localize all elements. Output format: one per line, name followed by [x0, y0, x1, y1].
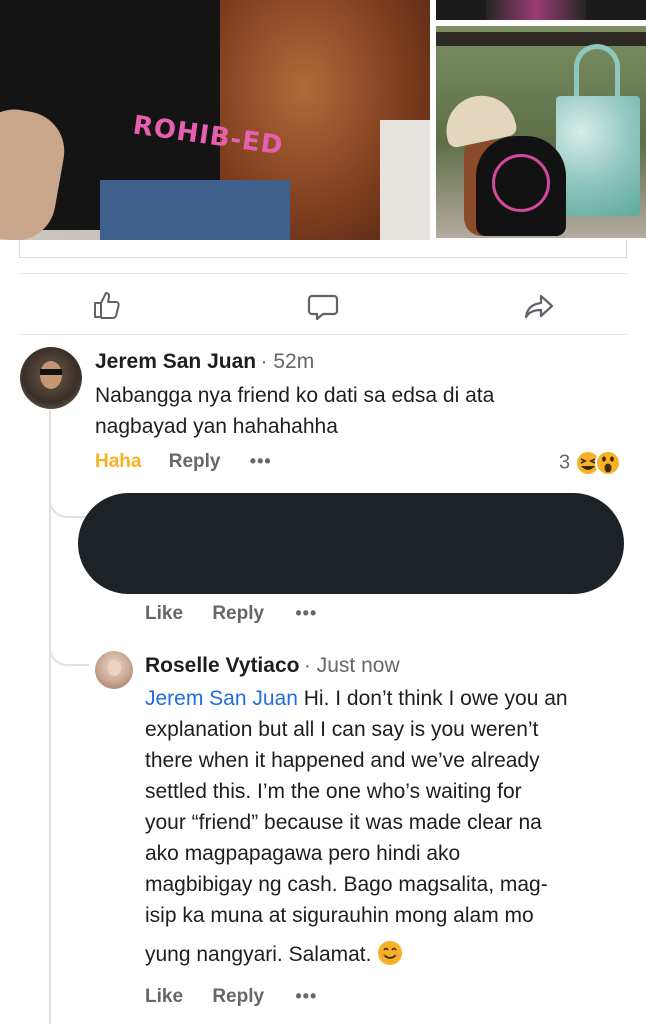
shirt-logo: [492, 154, 550, 212]
reaction-count: 3: [559, 451, 571, 474]
photo-roof-beam: [436, 32, 646, 46]
like-icon: [94, 292, 120, 319]
comment-line: explanation but all I can say is you wer…: [145, 718, 539, 741]
comment-line: settled this. I’m the one who’s waiting …: [145, 780, 522, 803]
reply-button[interactable]: Reply: [169, 451, 221, 472]
comment-time[interactable]: · 52m: [261, 350, 315, 373]
comment-author[interactable]: Jerem San Juan: [95, 350, 256, 373]
comment-line: there when it happened and we’ve already: [145, 749, 540, 772]
avatar-face: [108, 660, 121, 676]
post-photo-top-right[interactable]: [436, 0, 646, 20]
avatar-sunglasses: [40, 369, 62, 375]
reaction-button[interactable]: Haha: [95, 451, 141, 472]
comment-icon: [307, 294, 339, 321]
photo-background: [380, 120, 430, 240]
comment-text: Nabangga nya friend ko dati sa edsa di a…: [95, 380, 615, 442]
mention-link[interactable]: Jerem San Juan: [145, 687, 298, 710]
tote-strap: [574, 44, 620, 104]
share-icon: [524, 294, 554, 319]
comment-actions: Haha Reply •••: [95, 451, 272, 473]
photo-shirt-detail: [486, 0, 586, 20]
post-photo-side[interactable]: [436, 26, 646, 238]
comment-header: Jerem San Juan · 52m: [95, 350, 314, 374]
comment-line: Jerem San Juan Hi. I don’t think I owe y…: [145, 687, 568, 710]
thread-connector: [49, 640, 89, 666]
wow-emoji-icon: [594, 450, 621, 476]
avatar[interactable]: [20, 347, 82, 409]
comment-action-button[interactable]: [306, 290, 340, 329]
more-options-button[interactable]: •••: [295, 986, 317, 1006]
post-photo-main[interactable]: ROHIB-ED: [0, 0, 430, 240]
comment-header: Roselle Vytiaco · Just now: [145, 654, 400, 678]
comment-actions: Like Reply •••: [145, 603, 317, 625]
reply-button[interactable]: Reply: [212, 986, 264, 1007]
comment-line: nagbayad yan hahahahha: [95, 415, 338, 438]
comment-text: Jerem San Juan Hi. I don’t think I owe y…: [145, 683, 635, 970]
comment-actions: Like Reply •••: [145, 986, 317, 1008]
reply-button[interactable]: Reply: [212, 603, 264, 624]
divider: [19, 273, 627, 274]
smile-emoji-icon: [378, 941, 403, 965]
comment-line: your “friend” because it was made clear …: [145, 811, 542, 834]
like-button[interactable]: Like: [145, 986, 183, 1007]
like-action-button[interactable]: [90, 288, 124, 327]
comment-author[interactable]: Roselle Vytiaco: [145, 654, 299, 677]
comment-time[interactable]: · Just now: [304, 654, 400, 677]
share-action-button[interactable]: [522, 290, 556, 329]
redacted-comment-bubble: [78, 493, 624, 594]
comment-line: ako magpapagawa pero hindi ako: [145, 842, 461, 865]
avatar-face: [40, 361, 62, 389]
comment-line: yung nangyari. Salamat.: [145, 939, 635, 970]
reaction-icons: [574, 450, 621, 476]
more-options-button[interactable]: •••: [295, 603, 317, 623]
divider: [19, 334, 627, 335]
avatar[interactable]: [95, 651, 133, 689]
tote-bag: [556, 96, 640, 216]
reaction-summary[interactable]: 3: [559, 449, 623, 477]
comment-line: magbibigay ng cash. Bago magsalita, mag-: [145, 873, 548, 896]
comment-line: isip ka muna at sigurauhin mong alam mo: [145, 904, 534, 927]
like-button[interactable]: Like: [145, 603, 183, 624]
comment-line: Nabangga nya friend ko dati sa edsa di a…: [95, 384, 495, 407]
post-card-bottom: [19, 240, 627, 258]
more-options-button[interactable]: •••: [250, 451, 272, 471]
